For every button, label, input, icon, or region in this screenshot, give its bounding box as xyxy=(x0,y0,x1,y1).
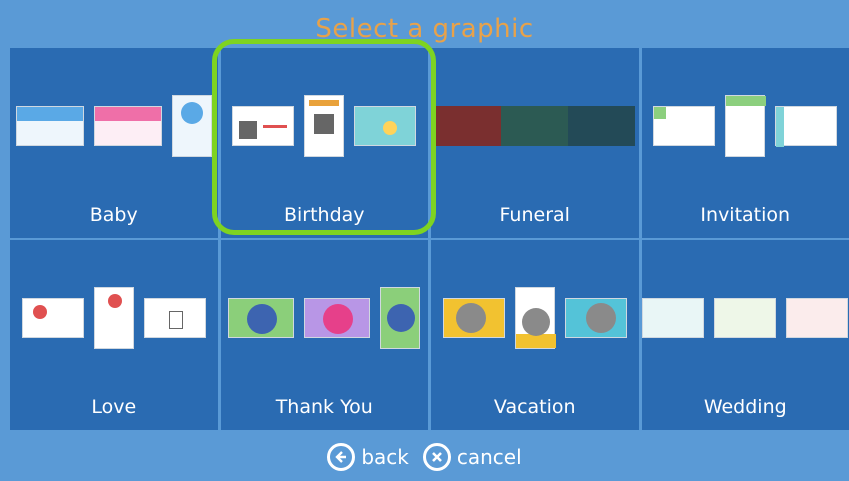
category-label: Funeral xyxy=(499,204,570,226)
template-previews xyxy=(431,285,639,351)
template-preview xyxy=(228,298,295,338)
template-preview xyxy=(93,106,162,146)
template-preview xyxy=(786,298,849,338)
category-label: Love xyxy=(91,396,137,418)
category-tile-invitation[interactable]: Invitation xyxy=(641,48,849,238)
template-preview xyxy=(653,106,716,146)
template-preview xyxy=(642,298,705,338)
template-preview xyxy=(143,298,206,338)
template-previews xyxy=(10,93,218,159)
template-preview xyxy=(304,298,371,338)
category-label: Wedding xyxy=(703,396,787,418)
back-label: back xyxy=(361,444,409,469)
template-preview xyxy=(15,106,84,146)
category-label: Birthday xyxy=(283,204,365,226)
category-tile-wedding[interactable]: Wedding xyxy=(641,240,849,430)
template-preview xyxy=(171,95,212,157)
template-preview xyxy=(775,106,838,147)
template-preview xyxy=(725,95,767,157)
category-tile-love[interactable]: Love xyxy=(10,240,218,430)
category-label: Invitation xyxy=(700,204,791,226)
template-preview xyxy=(93,287,134,349)
template-preview xyxy=(232,106,295,146)
cancel-label: cancel xyxy=(456,444,522,469)
template-preview xyxy=(354,106,417,146)
close-icon xyxy=(422,442,451,471)
template-preview xyxy=(514,287,556,349)
category-label: Thank You xyxy=(275,396,373,418)
template-previews xyxy=(221,285,429,351)
footer-bar: back cancel xyxy=(0,432,849,481)
template-previews xyxy=(642,93,849,159)
cancel-button[interactable]: cancel xyxy=(422,442,522,471)
page-title: Select a graphic xyxy=(315,14,534,44)
template-preview xyxy=(442,298,505,338)
template-previews xyxy=(431,93,639,159)
template-previews xyxy=(10,285,218,351)
template-preview xyxy=(304,95,345,157)
template-preview xyxy=(714,298,777,338)
template-preview xyxy=(434,106,635,146)
template-previews xyxy=(642,285,849,351)
category-tile-funeral[interactable]: Funeral xyxy=(431,48,639,238)
category-tile-birthday[interactable]: Birthday xyxy=(220,48,429,238)
category-tile-thank-you[interactable]: Thank You xyxy=(220,240,429,430)
back-button[interactable]: back xyxy=(327,442,409,471)
arrow-left-icon xyxy=(327,442,356,471)
category-grid: Baby Birthday Funeral Invitation Love Th… xyxy=(10,48,849,430)
category-tile-vacation[interactable]: Vacation xyxy=(431,240,639,430)
category-tile-baby[interactable]: Baby xyxy=(10,48,218,238)
template-previews xyxy=(221,93,429,159)
template-preview xyxy=(21,298,84,338)
category-label: Baby xyxy=(89,204,138,226)
template-preview xyxy=(380,287,421,349)
template-preview xyxy=(564,298,627,338)
category-label: Vacation xyxy=(493,396,576,418)
